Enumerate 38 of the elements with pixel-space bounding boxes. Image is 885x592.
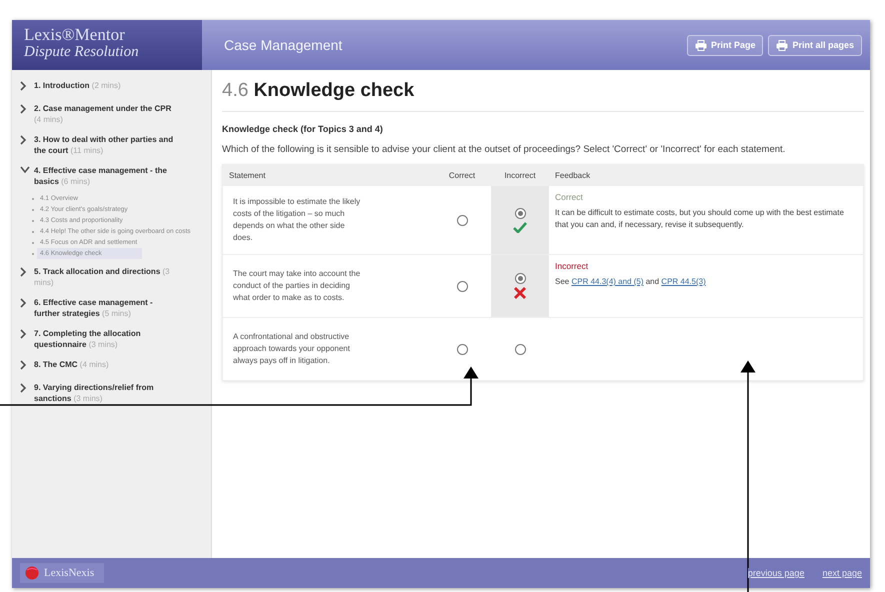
radio-button[interactable] <box>514 344 526 354</box>
reference-link[interactable]: CPR 44.5(3) <box>661 277 706 286</box>
topic-link[interactable]: 8. The CMC (4 mins) <box>34 359 109 373</box>
statement-text: A confrontational and obstructive approach towards your opponent always pays off in litigation. <box>223 318 433 380</box>
lexisnexis-logo: LexisNexis <box>20 563 104 583</box>
radio-button[interactable] <box>514 208 526 218</box>
reference-link[interactable]: CPR 44.3(4) and (5) <box>571 277 644 286</box>
statement-text: The court may take into account the conduct of the parties in deciding what order to make as to costs. <box>223 254 433 318</box>
topic-link[interactable]: 4. Effective case management - the basics (6 mins) <box>34 165 175 187</box>
printer-icon <box>694 40 707 50</box>
topic-link[interactable]: 9. Varying directions/relief from sanctions (3 mins) <box>34 382 175 404</box>
topic-link[interactable]: 3. How to deal with other parties and the court (11 mins) <box>34 134 175 156</box>
previous-page-link[interactable]: previous page <box>748 568 804 578</box>
radio-button[interactable] <box>456 344 468 354</box>
section-title: Case Management <box>224 37 342 53</box>
subheading: Knowledge check (for Topics 3 and 4) <box>222 124 384 134</box>
radio-button[interactable] <box>456 280 468 292</box>
question-text: Which of the following is it sensible to advise your client at the outset of proceedings? Select 'Correct' or 'Incorrect' for each statement. <box>222 143 786 156</box>
topic-link[interactable]: 6. Effective case management - further strategies (5 mins) <box>34 297 175 319</box>
column-header: Feedback <box>549 165 863 186</box>
page-title: 4.6 Knowledge check <box>222 80 864 112</box>
radio-button[interactable] <box>456 214 468 226</box>
topic-link[interactable]: 7. Completing the allocation questionnaire (3 mins) <box>34 328 175 350</box>
column-header: Correct <box>433 165 491 186</box>
result-label: Incorrect <box>555 261 590 271</box>
next-page-link[interactable]: next page <box>822 568 862 578</box>
feedback-text: It can be difficult to estimate costs, but you should come up with the best estimate that you can and, if necessary, revise it subsequently. <box>555 207 845 231</box>
result-label: Correct <box>555 192 584 202</box>
topic-link[interactable]: 2. Case management under the CPR (4 mins) <box>34 103 175 125</box>
column-header: Incorrect <box>491 165 549 186</box>
statement-text: It is impossible to estimate the likely costs of the litigation – so much depends on what the other side does. <box>223 186 433 254</box>
printer-icon <box>776 40 788 50</box>
feedback-text: See CPR 44.3(4) and (5) and CPR 44.5(3) <box>555 276 707 288</box>
brand-logo: Lexis®Mentor Dispute Resolution <box>12 20 202 70</box>
radio-button[interactable] <box>514 273 526 284</box>
column-header: Statement <box>223 165 433 186</box>
topic-link[interactable]: 5. Track allocation and directions (3 mins) <box>34 266 175 288</box>
topic-link[interactable]: 1. Introduction (2 mins) <box>34 80 121 94</box>
